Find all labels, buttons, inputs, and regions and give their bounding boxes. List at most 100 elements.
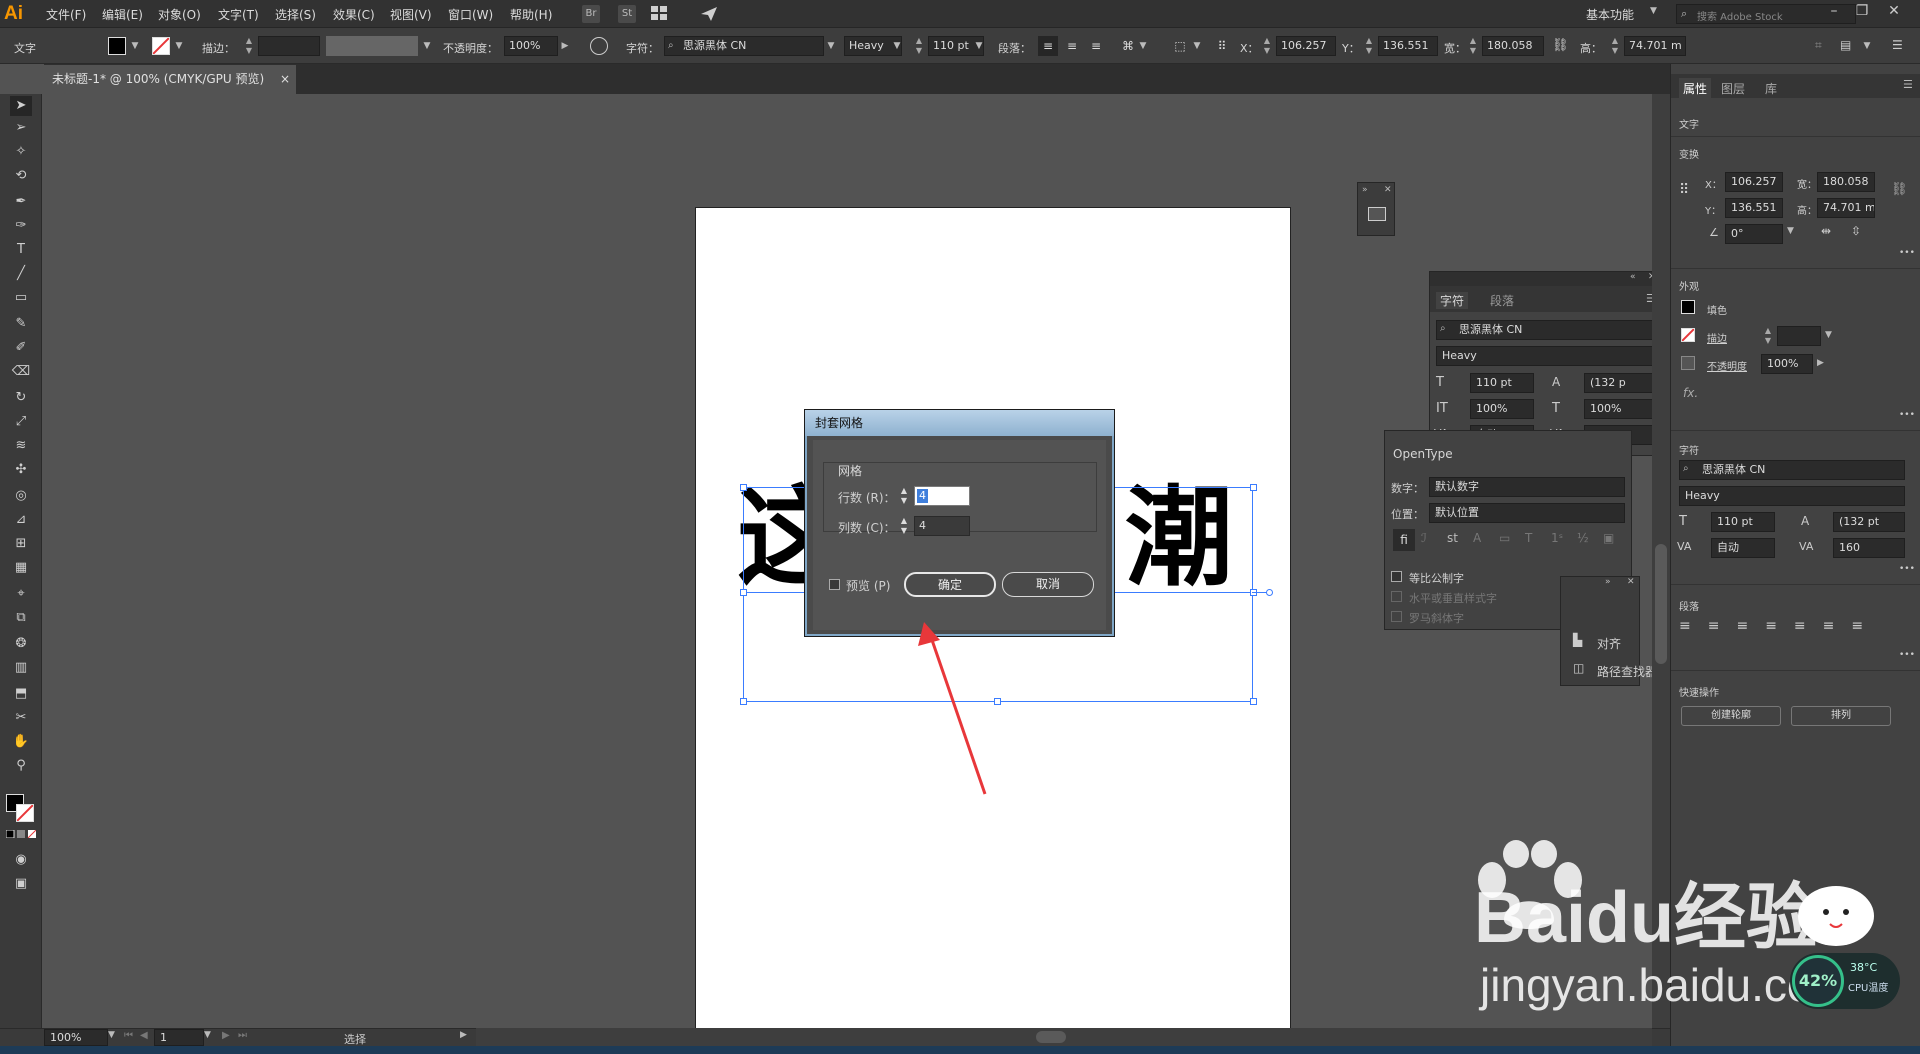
resize-handle-tr[interactable] xyxy=(1250,484,1257,491)
collapse-icon[interactable]: » xyxy=(1605,577,1611,587)
resize-handle-br[interactable] xyxy=(1250,698,1257,705)
height-field[interactable]: 74.701 m xyxy=(1624,36,1686,56)
create-outlines-button[interactable]: 创建轮廓 xyxy=(1681,706,1781,726)
artboard-tool-icon[interactable]: ⬒ xyxy=(10,684,32,704)
menu-file[interactable]: 文件(F) xyxy=(46,6,86,23)
prop-stroke-field[interactable] xyxy=(1777,326,1821,346)
menu-view[interactable]: 视图(V) xyxy=(390,6,432,23)
collapse-icon[interactable]: » xyxy=(1362,185,1368,195)
tab-layers[interactable]: 图层 xyxy=(1721,80,1745,97)
stylistic-alternates-icon[interactable]: st xyxy=(1447,531,1458,545)
prop-fill-label[interactable]: 填色 xyxy=(1707,302,1727,317)
proportional-metrics-checkbox[interactable] xyxy=(1391,571,1402,582)
char-vscale-field[interactable]: 100% xyxy=(1470,399,1534,419)
restore-button[interactable]: ❐ xyxy=(1848,0,1876,22)
glyph-icon[interactable]: ▣ xyxy=(1603,531,1614,545)
menu-help[interactable]: 帮助(H) xyxy=(510,6,552,23)
chevron-down-icon[interactable]: ▼ xyxy=(890,36,904,56)
tab-character[interactable]: 字符 xyxy=(1436,292,1469,309)
eraser-tool-icon[interactable]: ⌫ xyxy=(10,362,32,382)
slice-tool-icon[interactable]: ✂ xyxy=(10,708,32,728)
control-bar-menu-icon[interactable]: ☰ xyxy=(1892,38,1903,52)
menu-select[interactable]: 选择(S) xyxy=(275,6,316,23)
ordinals-icon[interactable]: T xyxy=(1525,531,1532,545)
width-stepper[interactable]: ▲ ▼ xyxy=(1468,36,1478,56)
superscript-icon[interactable]: 1ˢ xyxy=(1551,531,1563,545)
menu-object[interactable]: 对象(O) xyxy=(158,6,201,23)
prop-stroke-stepper[interactable]: ▲ ▼ xyxy=(1763,326,1773,346)
char-size-field[interactable]: 110 pt xyxy=(1470,373,1534,393)
minimize-button[interactable]: – xyxy=(1820,0,1848,22)
gradient-panel-icon[interactable] xyxy=(1368,207,1386,221)
character-label[interactable]: 字符： xyxy=(626,40,659,56)
width-field[interactable]: 180.058 xyxy=(1482,36,1544,56)
zoom-tool-icon[interactable]: ⚲ xyxy=(10,756,32,776)
preview-label[interactable]: 预览 (P) xyxy=(846,577,890,594)
pen-tool-icon[interactable]: ✒ xyxy=(10,192,32,212)
flip-horizontal-icon[interactable]: ⇹ xyxy=(1821,224,1831,238)
chevron-down-icon[interactable]: ▼ xyxy=(1860,36,1874,56)
swash-icon[interactable]: ℐ xyxy=(1421,531,1427,545)
height-stepper[interactable]: ▲ ▼ xyxy=(1610,36,1620,56)
fill-swatch[interactable] xyxy=(108,37,126,55)
chevron-right-icon[interactable]: ▶ xyxy=(558,36,572,56)
panel-menu-icon[interactable]: ☰ xyxy=(1903,78,1913,91)
gradient-tool-icon[interactable]: ▦ xyxy=(10,558,32,578)
link-proportions-icon[interactable]: ⛓ xyxy=(1891,182,1908,197)
color-mode-icons[interactable] xyxy=(6,830,36,838)
char-hscale-field[interactable]: 100% xyxy=(1584,399,1654,419)
align-panel-label[interactable]: 对齐 xyxy=(1597,635,1621,652)
char-font-family-field[interactable]: 思源黑体 CN xyxy=(1436,320,1654,340)
curvature-tool-icon[interactable]: ✑ xyxy=(10,216,32,236)
blend-tool-icon[interactable]: ⧉ xyxy=(10,608,32,628)
last-artboard-icon[interactable]: ⏭ xyxy=(238,1030,247,1041)
prop-kerning-field[interactable]: 自动 xyxy=(1711,538,1775,558)
y-stepper[interactable]: ▲ ▼ xyxy=(1364,36,1374,56)
opacity-field[interactable]: 100% xyxy=(504,36,558,56)
font-family-field[interactable]: 思源黑体 CN xyxy=(664,36,824,56)
rows-stepper[interactable]: ▲ ▼ xyxy=(899,486,909,508)
panel-drag-bar[interactable]: « ✕ xyxy=(1430,272,1662,286)
horizontal-scroll-thumb[interactable] xyxy=(1036,1031,1066,1043)
resize-handle-ml[interactable] xyxy=(740,589,747,596)
selection-tool-icon[interactable]: ➤ xyxy=(10,96,32,116)
more-options-icon[interactable]: ••• xyxy=(1899,564,1915,574)
more-options-icon[interactable]: ••• xyxy=(1899,410,1915,420)
shape-builder-tool-icon[interactable]: ◎ xyxy=(10,486,32,506)
chevron-down-icon[interactable]: ▼ xyxy=(824,36,838,56)
align-left-icon[interactable]: ≡ xyxy=(1038,36,1058,56)
columns-input[interactable]: 4 xyxy=(914,516,970,536)
align-center-icon[interactable]: ≡ xyxy=(1062,36,1082,56)
resize-handle-bm[interactable] xyxy=(994,698,1001,705)
line-tool-icon[interactable]: ╱ xyxy=(10,264,32,284)
chevron-down-icon[interactable]: ▼ xyxy=(172,36,186,56)
reference-point-icon[interactable]: ⠿ xyxy=(1679,182,1689,198)
vertical-scroll-thumb[interactable] xyxy=(1655,544,1667,664)
chevron-down-icon[interactable]: ▼ xyxy=(204,1030,211,1040)
scale-tool-icon[interactable]: ⤢ xyxy=(10,412,32,432)
resize-handle-bl[interactable] xyxy=(740,698,747,705)
close-tab-icon[interactable]: × xyxy=(280,65,290,93)
tab-properties[interactable]: 属性 xyxy=(1679,78,1712,99)
ligatures-icon[interactable]: fi xyxy=(1393,529,1415,551)
prop-x-field[interactable]: 106.257 xyxy=(1725,172,1783,192)
rows-input[interactable]: 4 xyxy=(914,486,970,506)
prop-leading-field[interactable]: (132 pt xyxy=(1833,512,1905,532)
flip-vertical-icon[interactable]: ⇳ xyxy=(1851,224,1861,238)
contextual-icon[interactable]: ▭ xyxy=(1499,531,1510,545)
align-right-icon[interactable]: ≡ xyxy=(1086,36,1106,56)
lasso-tool-icon[interactable]: ⟲ xyxy=(10,166,32,186)
opacity-label[interactable]: 不透明度： xyxy=(443,40,498,56)
prop-fill-swatch[interactable] xyxy=(1681,300,1695,314)
magic-wand-tool-icon[interactable]: ✧ xyxy=(10,142,32,162)
prop-h-field[interactable]: 74.701 m xyxy=(1817,198,1875,218)
column-graph-tool-icon[interactable]: ▥ xyxy=(10,658,32,678)
close-window-button[interactable]: ✕ xyxy=(1880,0,1908,22)
transform-icon[interactable]: ⌗ xyxy=(1815,38,1822,53)
paintbrush-tool-icon[interactable]: ✎ xyxy=(10,314,32,334)
menu-type[interactable]: 文字(T) xyxy=(218,6,259,23)
zoom-field[interactable]: 100% xyxy=(44,1029,108,1046)
warp-tool-icon[interactable]: ≋ xyxy=(10,436,32,456)
eyedropper-tool-icon[interactable]: ⌖ xyxy=(10,584,32,604)
prop-w-field[interactable]: 180.058 xyxy=(1817,172,1875,192)
